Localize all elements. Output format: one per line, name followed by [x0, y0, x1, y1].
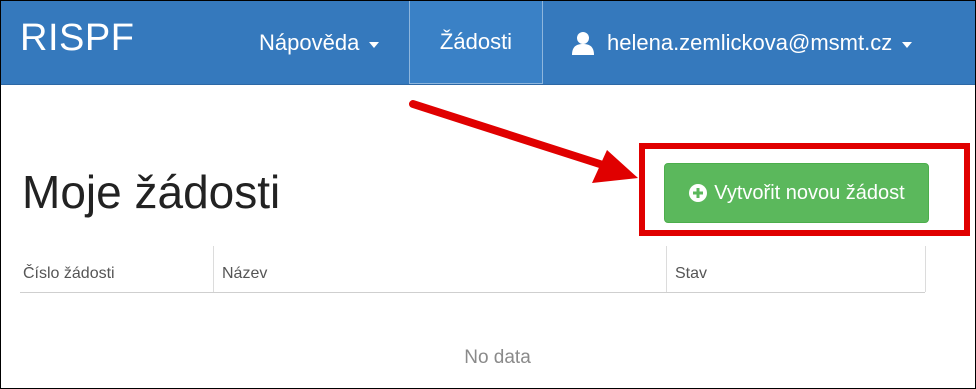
plus-circle-icon [688, 183, 708, 203]
table-header: Číslo žádosti Název Stav [20, 246, 926, 293]
chevron-down-icon [902, 41, 913, 48]
column-header-status[interactable]: Stav [666, 246, 926, 292]
nav-help-label: Nápověda [259, 29, 360, 55]
brand-logo[interactable]: RISPF [20, 17, 134, 60]
user-email: helena.zemlickova@msmt.cz [607, 29, 893, 55]
user-icon [571, 31, 595, 55]
nav-requests-label: Žádosti [439, 29, 513, 54]
empty-table-message: No data [464, 347, 531, 368]
page-title: Moje žádosti [22, 166, 281, 218]
create-request-button[interactable]: Vytvořit novou žádost [664, 163, 929, 223]
column-header-name[interactable]: Název [213, 246, 666, 292]
requests-table: Číslo žádosti Název Stav No data [20, 246, 926, 368]
chevron-down-icon [369, 41, 380, 48]
create-request-label: Vytvořit novou žádost [714, 181, 905, 204]
user-menu-dropdown[interactable]: helena.zemlickova@msmt.cz [561, 1, 913, 84]
column-header-number[interactable]: Číslo žádosti [20, 246, 213, 292]
top-navbar: RISPF Nápověda Žádosti helena.zemlickova… [1, 1, 975, 85]
nav-requests-tab[interactable]: Žádosti [409, 1, 543, 84]
nav-help-dropdown[interactable]: Nápověda [239, 1, 409, 84]
